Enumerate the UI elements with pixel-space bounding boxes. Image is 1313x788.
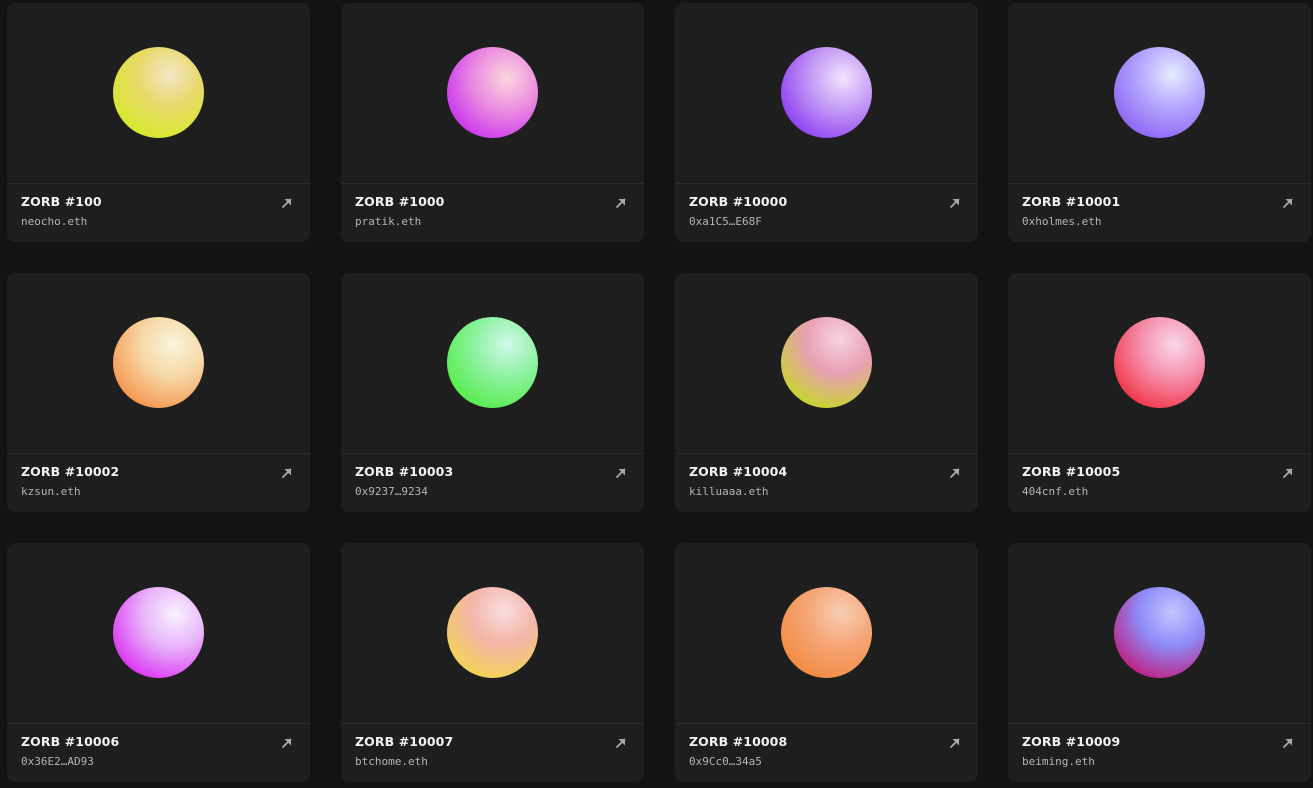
- zorb-title: ZORB #10001: [1022, 194, 1121, 209]
- zorb-title: ZORB #10004: [689, 464, 788, 479]
- zorb-media[interactable]: [341, 3, 644, 183]
- zorb-orb-image: [113, 317, 204, 408]
- zorb-owner[interactable]: btchome.eth: [355, 755, 428, 768]
- zorb-media[interactable]: [1008, 273, 1311, 453]
- card-divider: [675, 183, 978, 184]
- card-divider: [341, 723, 644, 724]
- zorb-card[interactable]: ZORB #10007 btchome.eth: [341, 543, 644, 782]
- zorb-media[interactable]: [1008, 3, 1311, 183]
- external-link-arrow-icon[interactable]: [946, 734, 964, 752]
- zorb-card[interactable]: ZORB #10000 0xa1C5…E68F: [675, 3, 978, 242]
- zorb-orb-image: [781, 317, 872, 408]
- zorb-title: ZORB #10006: [21, 734, 120, 749]
- zorb-owner[interactable]: 0x36E2…AD93: [21, 755, 94, 768]
- zorb-card[interactable]: ZORB #10005 404cnf.eth: [1008, 273, 1311, 512]
- zorb-orb-image: [781, 47, 872, 138]
- card-divider: [7, 183, 310, 184]
- card-divider: [341, 453, 644, 454]
- card-divider: [7, 453, 310, 454]
- zorb-card[interactable]: ZORB #10008 0x9Cc0…34a5: [675, 543, 978, 782]
- zorb-grid: ZORB #100 neocho.eth ZORB #1000 pratik.eth Z…: [0, 0, 1313, 788]
- external-link-arrow-icon[interactable]: [946, 194, 964, 212]
- zorb-title: ZORB #1000: [355, 194, 445, 209]
- zorb-owner[interactable]: 404cnf.eth: [1022, 485, 1088, 498]
- zorb-title: ZORB #10000: [689, 194, 788, 209]
- zorb-card[interactable]: ZORB #10002 kzsun.eth: [7, 273, 310, 512]
- zorb-media[interactable]: [7, 543, 310, 723]
- zorb-owner[interactable]: neocho.eth: [21, 215, 87, 228]
- zorb-title: ZORB #10002: [21, 464, 120, 479]
- zorb-orb-image: [781, 587, 872, 678]
- external-link-arrow-icon[interactable]: [1279, 464, 1297, 482]
- zorb-owner[interactable]: beiming.eth: [1022, 755, 1095, 768]
- zorb-card[interactable]: ZORB #10003 0x9237…9234: [341, 273, 644, 512]
- external-link-arrow-icon[interactable]: [1279, 734, 1297, 752]
- external-link-arrow-icon[interactable]: [612, 464, 630, 482]
- zorb-media[interactable]: [675, 3, 978, 183]
- zorb-orb-image: [113, 587, 204, 678]
- external-link-arrow-icon[interactable]: [1279, 194, 1297, 212]
- external-link-arrow-icon[interactable]: [278, 194, 296, 212]
- external-link-arrow-icon[interactable]: [612, 194, 630, 212]
- zorb-owner[interactable]: pratik.eth: [355, 215, 421, 228]
- zorb-title: ZORB #10005: [1022, 464, 1121, 479]
- card-divider: [341, 183, 644, 184]
- external-link-arrow-icon[interactable]: [946, 464, 964, 482]
- zorb-media[interactable]: [7, 3, 310, 183]
- zorb-owner[interactable]: 0xa1C5…E68F: [689, 215, 762, 228]
- zorb-owner[interactable]: 0x9Cc0…34a5: [689, 755, 762, 768]
- zorb-title: ZORB #10009: [1022, 734, 1121, 749]
- zorb-owner[interactable]: kzsun.eth: [21, 485, 81, 498]
- zorb-media[interactable]: [675, 273, 978, 453]
- card-divider: [1008, 723, 1311, 724]
- external-link-arrow-icon[interactable]: [278, 734, 296, 752]
- external-link-arrow-icon[interactable]: [278, 464, 296, 482]
- card-divider: [675, 723, 978, 724]
- zorb-orb-image: [447, 587, 538, 678]
- zorb-orb-image: [1114, 47, 1205, 138]
- zorb-media[interactable]: [675, 543, 978, 723]
- zorb-card[interactable]: ZORB #10009 beiming.eth: [1008, 543, 1311, 782]
- zorb-card[interactable]: ZORB #10006 0x36E2…AD93: [7, 543, 310, 782]
- external-link-arrow-icon[interactable]: [612, 734, 630, 752]
- zorb-card[interactable]: ZORB #10001 0xholmes.eth: [1008, 3, 1311, 242]
- zorb-orb-image: [447, 317, 538, 408]
- zorb-card[interactable]: ZORB #100 neocho.eth: [7, 3, 310, 242]
- zorb-title: ZORB #10007: [355, 734, 454, 749]
- zorb-owner[interactable]: killuaaa.eth: [689, 485, 768, 498]
- zorb-card[interactable]: ZORB #10004 killuaaa.eth: [675, 273, 978, 512]
- zorb-media[interactable]: [7, 273, 310, 453]
- zorb-media[interactable]: [1008, 543, 1311, 723]
- card-divider: [675, 453, 978, 454]
- card-divider: [7, 723, 310, 724]
- zorb-orb-image: [1114, 317, 1205, 408]
- zorb-title: ZORB #10003: [355, 464, 454, 479]
- zorb-owner[interactable]: 0xholmes.eth: [1022, 215, 1101, 228]
- zorb-title: ZORB #10008: [689, 734, 788, 749]
- card-divider: [1008, 183, 1311, 184]
- zorb-media[interactable]: [341, 543, 644, 723]
- zorb-orb-image: [1114, 587, 1205, 678]
- card-divider: [1008, 453, 1311, 454]
- zorb-card[interactable]: ZORB #1000 pratik.eth: [341, 3, 644, 242]
- zorb-owner[interactable]: 0x9237…9234: [355, 485, 428, 498]
- zorb-title: ZORB #100: [21, 194, 102, 209]
- zorb-orb-image: [447, 47, 538, 138]
- zorb-media[interactable]: [341, 273, 644, 453]
- zorb-orb-image: [113, 47, 204, 138]
